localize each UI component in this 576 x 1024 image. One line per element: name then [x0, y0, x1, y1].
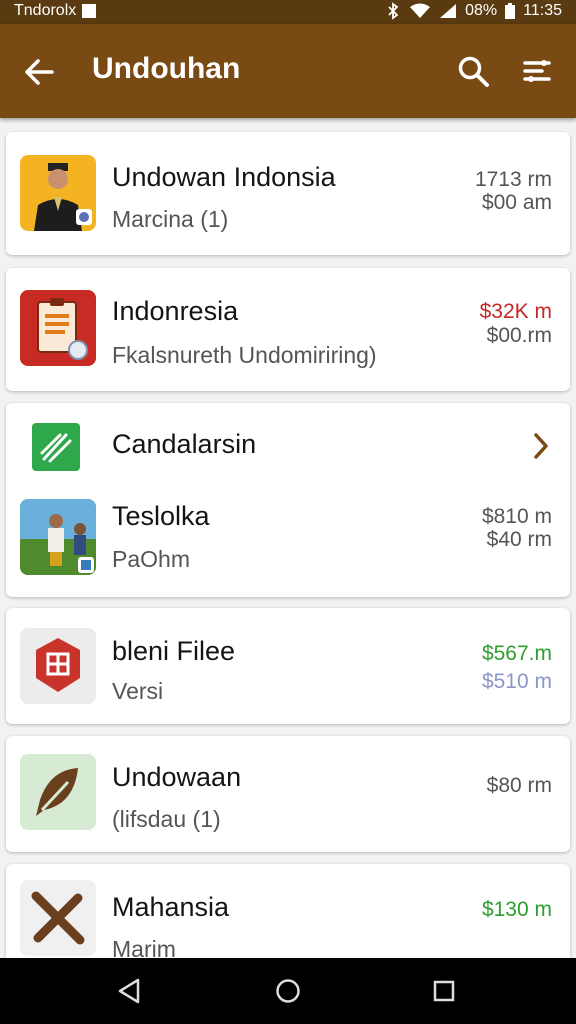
item-price-secondary: $510 m	[481, 670, 552, 693]
item-price-primary: $32K m	[479, 300, 552, 323]
crossed-tools-icon	[20, 880, 96, 956]
clipboard-document-icon	[20, 290, 96, 366]
wifi-icon	[410, 3, 431, 18]
item-subtitle: Marcina (1)	[112, 206, 229, 232]
item-subtitle: PaOhm	[112, 546, 190, 572]
item-price-primary: $567.m	[481, 642, 552, 665]
system-nav-bar	[0, 958, 576, 1024]
carrier-label: Tndorolx	[14, 2, 77, 19]
item-subtitle: Fkalsnureth Undomiriring)	[112, 342, 377, 368]
app-bar: Undouhan	[0, 24, 576, 118]
item-name: bleni Filee	[112, 636, 236, 666]
item-price-primary: $130 m	[481, 898, 552, 921]
item-name: Undowan Indonsia	[112, 162, 336, 192]
list-item-card[interactable]: Undowaan (lifsdau (1) $80 rm	[6, 736, 570, 852]
filter-icon[interactable]	[522, 54, 552, 88]
chevron-right-icon[interactable]	[530, 431, 552, 461]
item-subtitle: Versi	[112, 678, 164, 704]
category-leaf-icon	[32, 423, 80, 471]
triangle-back-icon[interactable]	[116, 977, 142, 1005]
search-icon[interactable]	[456, 54, 490, 88]
list-item-card[interactable]: bleni Filee Versi $567.m $510 m	[6, 608, 570, 724]
clock-time: 11:35	[523, 2, 562, 19]
shield-file-icon	[20, 628, 96, 704]
status-right: 08% 11:35	[385, 2, 562, 20]
status-bar: Tndorolx 08% 11:35	[0, 0, 576, 24]
arrow-left-icon[interactable]	[22, 54, 58, 90]
item-subtitle: (lifsdau (1)	[112, 806, 221, 832]
status-left: Tndorolx	[14, 2, 97, 20]
battery-icon	[505, 3, 516, 19]
list-item-card[interactable]: Indonresia Fkalsnureth Undomiriring) $32…	[6, 268, 570, 391]
item-name: Undowaan	[112, 762, 242, 792]
item-list: Undowan Indonsia Marcina (1) 1713 rm $00…	[0, 118, 576, 958]
item-subtitle: Marim	[112, 936, 176, 958]
item-price-secondary: $40 rm	[486, 528, 552, 551]
circle-home-icon[interactable]	[274, 977, 302, 1005]
item-price-primary: 1713 rm	[474, 168, 552, 191]
list-item-card[interactable]: Mahansia Marim $130 m	[6, 864, 570, 958]
square-recents-icon[interactable]	[431, 977, 457, 1005]
item-price-secondary: $00 am	[481, 191, 552, 214]
item-price-primary: $810 m	[481, 505, 552, 528]
list-item-card[interactable]: Candalarsin Teslolka PaOhm $810 m $40 rm	[6, 403, 570, 597]
signal-icon	[440, 4, 457, 18]
notification-icon	[82, 4, 97, 18]
category-name: Candalarsin	[112, 429, 257, 459]
person-avatar-icon	[20, 155, 96, 231]
item-name: Teslolka	[112, 501, 210, 531]
page-title: Undouhan	[92, 52, 241, 85]
bluetooth-icon	[388, 2, 399, 20]
list-item-card[interactable]: Undowan Indonsia Marcina (1) 1713 rm $00…	[6, 132, 570, 255]
item-name: Mahansia	[112, 892, 230, 922]
feather-quill-icon	[20, 754, 96, 830]
family-photo-icon	[20, 499, 96, 575]
item-price-primary: $80 rm	[486, 774, 552, 797]
battery-percent: 08%	[465, 2, 498, 19]
item-price-secondary: $00.rm	[486, 324, 552, 347]
item-name: Indonresia	[112, 296, 239, 326]
